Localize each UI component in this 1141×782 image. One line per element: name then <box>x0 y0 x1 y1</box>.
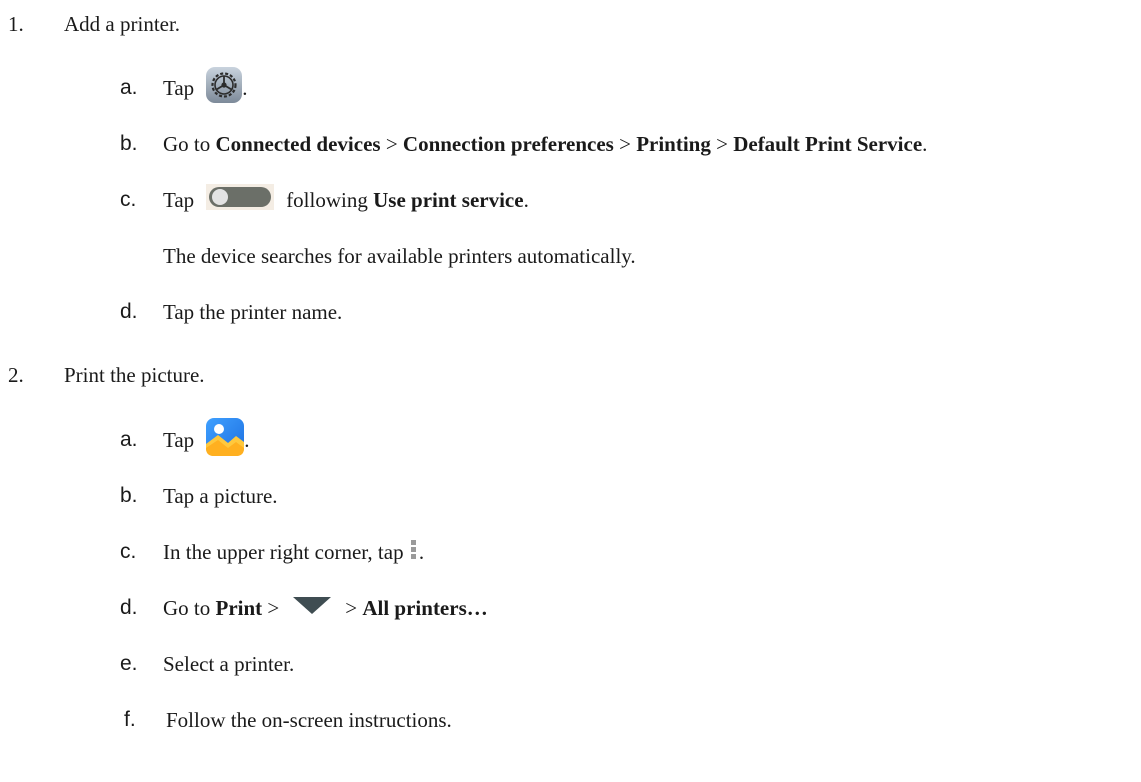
substep-letter: c. <box>120 188 137 211</box>
substep-letter: d. <box>120 300 138 323</box>
go-to-text: Go to <box>163 131 211 156</box>
substep-letter: b. <box>120 484 138 507</box>
substep-letter: f. <box>124 708 136 731</box>
settings-gear-icon <box>206 67 243 109</box>
menu-path-print: Print <box>215 595 263 620</box>
path-separator: > <box>716 131 728 156</box>
substep-text: Tap a picture. <box>163 483 278 508</box>
substep-period: . <box>523 187 529 212</box>
substep-text: Tap the printer name. <box>163 299 343 324</box>
substep-letter: a. <box>120 428 138 451</box>
menu-path-all-printers: All printers… <box>362 595 488 620</box>
substep-period: . <box>244 427 250 452</box>
menu-path-printing: Printing <box>636 131 711 156</box>
gallery-icon <box>206 418 245 462</box>
substep-text: In the upper right corner, tap <box>163 539 404 564</box>
path-separator: > <box>619 131 631 156</box>
substep-letter: e. <box>120 652 138 675</box>
step-title: Print the picture. <box>64 362 205 387</box>
step-number: 1. <box>8 11 24 36</box>
step-title: Add a printer. <box>64 11 181 36</box>
substep-period: . <box>922 131 928 156</box>
menu-path-default-print-service: Default Print Service <box>733 131 923 156</box>
step-number: 2. <box>8 362 24 387</box>
substep-letter: c. <box>120 540 137 563</box>
path-separator: > <box>345 595 358 620</box>
path-separator: > <box>385 131 398 156</box>
substep-letter: d. <box>120 596 138 619</box>
more-vertical-icon <box>409 538 419 566</box>
go-to-text: Go to <box>163 595 211 620</box>
substep-text: Follow the on-screen instructions. <box>166 707 452 732</box>
dropdown-triangle-icon <box>291 595 333 621</box>
note-text: The device searches for available printe… <box>163 243 636 268</box>
substep-period: . <box>242 75 248 100</box>
use-print-service-label: Use print service <box>373 187 524 212</box>
toggle-switch-icon <box>206 184 275 216</box>
substep-text: Tap <box>163 75 195 100</box>
substep-text: Tap <box>163 187 195 212</box>
substep-text: Tap <box>163 427 195 452</box>
substep-period: . <box>418 539 425 564</box>
substep-letter: b. <box>120 132 138 155</box>
path-separator: > <box>267 595 280 620</box>
substep-letter: a. <box>120 76 138 99</box>
substep-text: Select a printer. <box>163 651 295 676</box>
menu-path-connected-devices: Connected devices <box>215 131 381 156</box>
menu-path-connection-preferences: Connection preferences <box>402 131 614 156</box>
following-text: following <box>286 187 368 212</box>
